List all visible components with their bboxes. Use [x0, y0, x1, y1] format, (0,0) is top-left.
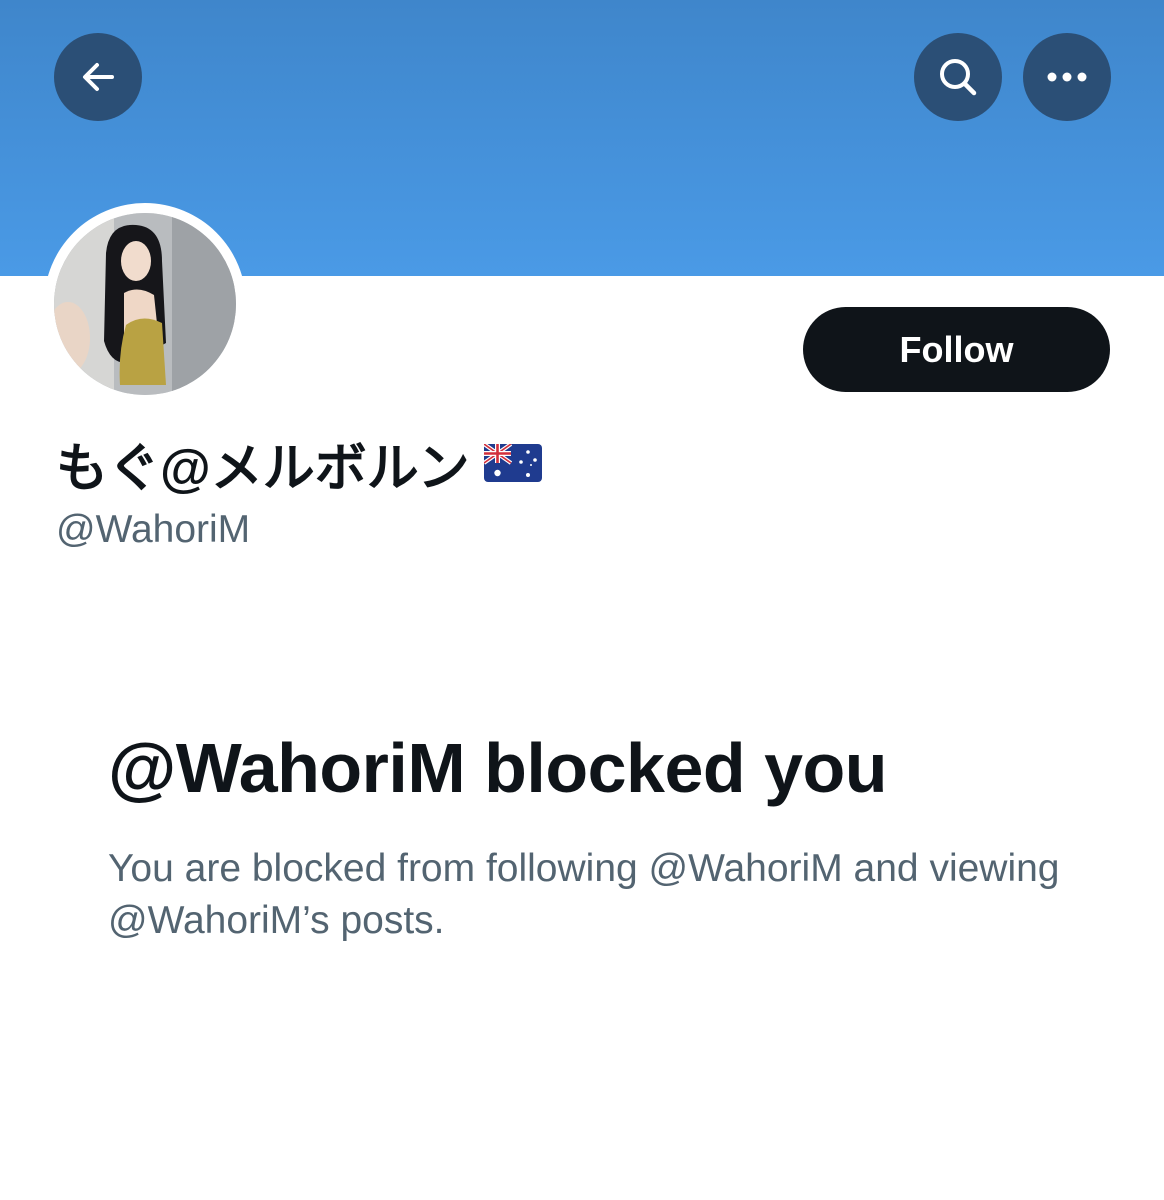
blocked-description: You are blocked from following @WahoriM …	[108, 847, 1060, 942]
more-horizontal-icon	[1047, 72, 1087, 82]
avatar-ring	[44, 203, 246, 405]
avatar[interactable]	[54, 213, 236, 395]
back-button[interactable]	[54, 33, 142, 121]
profile-handle: @WahoriM	[56, 508, 251, 551]
more-options-button[interactable]	[1023, 33, 1111, 121]
blocked-title: @WahoriM blocked you	[108, 729, 888, 807]
display-name: もぐ@メルボルン	[56, 432, 542, 498]
australia-flag-icon	[483, 444, 542, 482]
arrow-left-icon	[83, 63, 114, 91]
avatar-photo	[54, 213, 236, 395]
search-button[interactable]	[914, 33, 1002, 121]
search-icon	[940, 59, 977, 96]
follow-button[interactable]: Follow	[803, 307, 1110, 392]
display-name-text: もぐ@メルボルン	[56, 439, 470, 498]
